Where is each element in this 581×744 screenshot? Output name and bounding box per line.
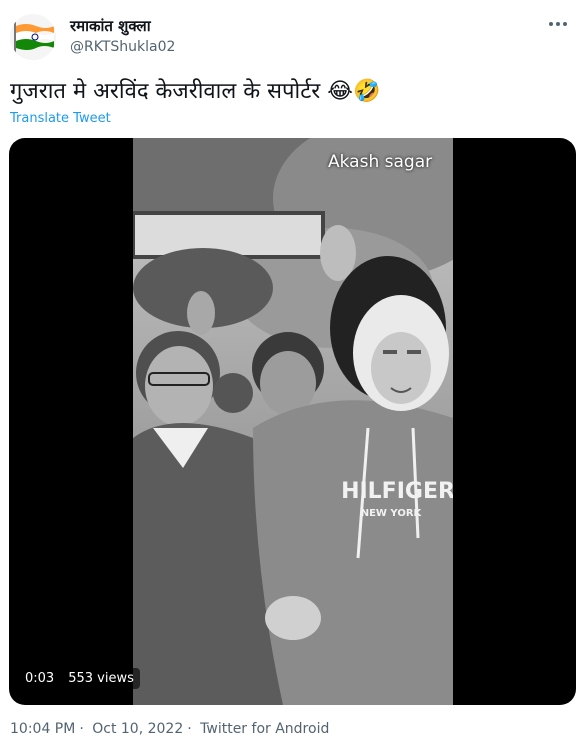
author-handle[interactable]: @RKTShukla02 bbox=[70, 39, 175, 55]
meta-separator: · bbox=[79, 721, 84, 737]
author-display-name[interactable]: रमाकांत शुक्ला bbox=[70, 16, 151, 36]
more-options-icon bbox=[549, 22, 567, 26]
video-views: 553 views bbox=[68, 671, 134, 686]
video-still-image: HILFIGER NEW YORK bbox=[133, 138, 453, 705]
tweet-date[interactable]: Oct 10, 2022 bbox=[92, 721, 183, 737]
video-watermark: Akash sagar bbox=[328, 152, 433, 172]
sweatshirt-text: HILFIGER bbox=[341, 479, 453, 504]
more-options-button[interactable] bbox=[544, 10, 572, 38]
video-timecode: 0:03 553 views bbox=[19, 668, 140, 689]
tweet-source[interactable]: Twitter for Android bbox=[200, 721, 329, 737]
tweet-time[interactable]: 10:04 PM bbox=[10, 721, 75, 737]
video-frame: HILFIGER NEW YORK Akash sagar bbox=[133, 138, 453, 705]
tweet-text: गुजरात मे अरविंद केजरीवाल के सपोर्टर 😂🤣 bbox=[10, 79, 381, 104]
avatar[interactable] bbox=[10, 14, 56, 60]
video-time: 0:03 bbox=[25, 671, 55, 686]
translate-tweet-link[interactable]: Translate Tweet bbox=[10, 111, 111, 126]
video-player[interactable]: HILFIGER NEW YORK Akash sagar 0:03 553 v… bbox=[9, 138, 576, 705]
tweet-meta: 10:04 PM · Oct 10, 2022 · Twitter for Andr… bbox=[10, 721, 333, 737]
indian-flag-icon bbox=[10, 14, 56, 60]
sweatshirt-subtext: NEW YORK bbox=[361, 508, 423, 519]
meta-separator: · bbox=[187, 721, 192, 737]
